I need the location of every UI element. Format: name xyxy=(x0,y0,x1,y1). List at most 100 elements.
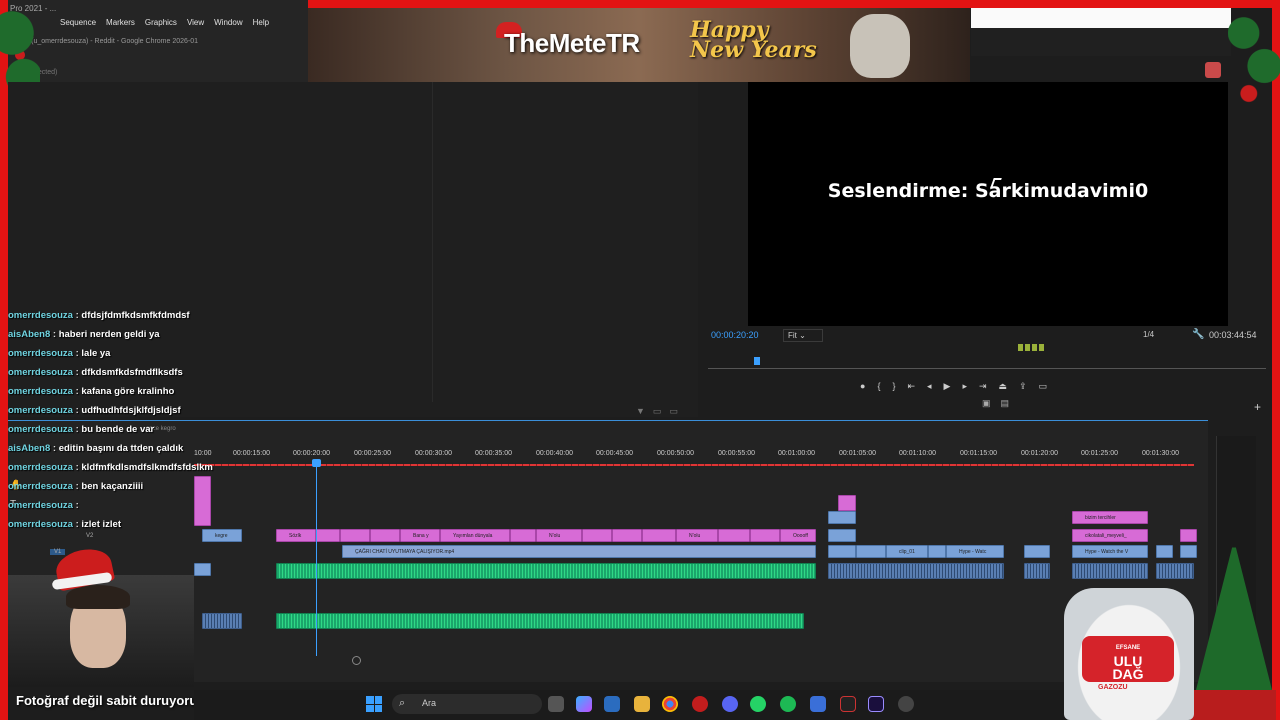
timeline-clip[interactable]: Bana y xyxy=(400,529,440,542)
audio-clip[interactable] xyxy=(276,563,816,579)
timeline-playhead-line[interactable] xyxy=(316,460,317,656)
timeline-clip[interactable] xyxy=(750,529,780,542)
file-explorer-icon[interactable] xyxy=(634,696,650,712)
timeline-clip[interactable] xyxy=(1180,529,1197,542)
timeline-clip[interactable] xyxy=(340,529,370,542)
timeline-clip[interactable]: kegre xyxy=(202,529,242,542)
timeline-clip[interactable] xyxy=(642,529,676,542)
timeline-clip[interactable] xyxy=(718,529,750,542)
windows-start-icon[interactable] xyxy=(366,696,382,712)
app-icon[interactable] xyxy=(840,696,856,712)
new-bin-icon[interactable]: ▭ xyxy=(653,406,662,417)
step-back-icon[interactable]: ◂ xyxy=(927,381,932,392)
playback-resolution-select[interactable]: 1/4 xyxy=(1143,330,1154,339)
whatsapp-icon[interactable] xyxy=(750,696,766,712)
taskbar-search[interactable]: Ara xyxy=(392,694,542,714)
timeline-clip[interactable] xyxy=(316,529,340,542)
panel-divider[interactable] xyxy=(432,82,433,402)
menu-markers[interactable]: Markers xyxy=(106,18,135,27)
timeline-clip[interactable] xyxy=(828,511,856,524)
timeline-clip[interactable] xyxy=(1180,545,1197,558)
marker-icon[interactable] xyxy=(1018,344,1023,351)
timeline-clip[interactable]: Sözlk xyxy=(276,529,316,542)
program-playhead-handle[interactable] xyxy=(754,357,760,365)
premiere-pro-icon[interactable] xyxy=(868,696,884,712)
audio-clip[interactable] xyxy=(1072,563,1148,579)
marker-group[interactable] xyxy=(1018,344,1046,352)
timeline-clip[interactable] xyxy=(370,529,400,542)
timeline-clip[interactable]: Hype - Watch the V xyxy=(1072,545,1148,558)
filter-icon[interactable]: ▼ xyxy=(636,406,645,417)
audio-clip[interactable] xyxy=(194,563,211,576)
marker-icon[interactable] xyxy=(1025,344,1030,351)
compare-icon[interactable]: ▤ xyxy=(1001,398,1010,409)
step-forward-icon[interactable]: ▸ xyxy=(962,381,967,392)
program-monitor[interactable] xyxy=(748,82,1228,326)
menu-help[interactable]: Help xyxy=(253,18,269,27)
camera-icon[interactable]: ▣ xyxy=(982,398,991,409)
timeline-clip[interactable] xyxy=(510,529,536,542)
timeline-clip[interactable] xyxy=(928,545,946,558)
chrome-window-title[interactable]: ouza (u_omerrdesouza) - Reddit - Google … xyxy=(14,38,198,45)
timeline-clip[interactable]: Yayımlan dünyala xyxy=(440,529,510,542)
track-v2-label[interactable]: V2 xyxy=(86,533,93,539)
add-marker-icon[interactable]: ● xyxy=(860,381,865,391)
timeline-clip[interactable] xyxy=(828,529,856,542)
audio-clip[interactable] xyxy=(828,563,1004,579)
audio-clip[interactable] xyxy=(276,613,804,629)
timeline-clip[interactable]: clip_01 xyxy=(886,545,928,558)
timeline-playhead-handle[interactable] xyxy=(312,459,321,467)
track-v1-label[interactable]: V1 xyxy=(50,549,66,555)
audio-clip[interactable] xyxy=(1156,563,1194,579)
new-item-icon[interactable]: ▭ xyxy=(669,406,678,417)
mark-in-icon[interactable]: { xyxy=(877,381,880,391)
main-video-clip[interactable]: ÇAĞRI CHATİ UYUTMAYA ÇALIŞIYOR.mp4 xyxy=(342,545,816,558)
discord-icon[interactable] xyxy=(722,696,738,712)
timeline-clip[interactable] xyxy=(1156,545,1173,558)
app-icon[interactable] xyxy=(810,696,826,712)
timeline-clip[interactable]: cikolatali_meyveli_ xyxy=(1072,529,1148,542)
spotify-icon[interactable] xyxy=(780,696,796,712)
lift-icon[interactable]: ⏏ xyxy=(999,381,1008,392)
timeline-clip[interactable] xyxy=(838,495,856,511)
go-to-in-icon[interactable]: ⇤ xyxy=(907,381,915,392)
menu-sequence[interactable]: Sequence xyxy=(60,18,96,27)
timeline-clip[interactable] xyxy=(582,529,612,542)
timeline-ruler[interactable]: 10:00 00:00:15:00 00:00:20:00 00:00:25:0… xyxy=(194,448,1194,462)
timeline-clip[interactable] xyxy=(1024,545,1050,558)
program-scrub-bar[interactable] xyxy=(708,368,1266,369)
safe-margins-icon[interactable]: ▭ xyxy=(1039,381,1048,392)
chrome-icon[interactable] xyxy=(662,696,678,712)
add-button-icon[interactable]: + xyxy=(1254,400,1261,414)
audio-clip[interactable] xyxy=(1024,563,1050,579)
playhead-timecode[interactable]: 00:00:20:20 xyxy=(711,330,759,340)
timeline-clip[interactable] xyxy=(612,529,642,542)
obs-icon[interactable] xyxy=(898,696,914,712)
store-icon[interactable] xyxy=(604,696,620,712)
extension-icon[interactable] xyxy=(1205,62,1221,78)
timeline-clip[interactable] xyxy=(194,476,211,526)
marker-icon[interactable] xyxy=(1032,344,1037,351)
go-to-out-icon[interactable]: ⇥ xyxy=(979,381,987,392)
audio-clip[interactable] xyxy=(202,613,242,629)
play-icon[interactable]: ▶ xyxy=(944,381,951,392)
task-view-icon[interactable] xyxy=(548,696,564,712)
menu-graphics[interactable]: Graphics xyxy=(145,18,177,27)
timeline-clip[interactable]: N'olu xyxy=(536,529,582,542)
mark-out-icon[interactable]: } xyxy=(892,381,895,391)
copilot-icon[interactable] xyxy=(576,696,592,712)
timeline-zoom-handle[interactable] xyxy=(352,656,361,665)
timeline-clip[interactable]: Hype - Watc xyxy=(946,545,1004,558)
timeline-clip[interactable]: N'olu xyxy=(676,529,718,542)
zoom-fit-select[interactable]: Fit ⌄ xyxy=(783,329,823,342)
timeline-clip[interactable]: Ooooff xyxy=(780,529,816,542)
menu-view[interactable]: View xyxy=(187,18,204,27)
menu-window[interactable]: Window xyxy=(214,18,242,27)
timeline-clip[interactable] xyxy=(856,545,886,558)
opera-icon[interactable] xyxy=(692,696,708,712)
timeline-clip[interactable] xyxy=(828,545,856,558)
wrench-icon[interactable]: 🔧 xyxy=(1192,329,1204,340)
extract-icon[interactable]: ⇪ xyxy=(1019,381,1027,392)
timeline-clip[interactable]: bizim tercihler xyxy=(1072,511,1148,524)
marker-icon[interactable] xyxy=(1039,344,1044,351)
